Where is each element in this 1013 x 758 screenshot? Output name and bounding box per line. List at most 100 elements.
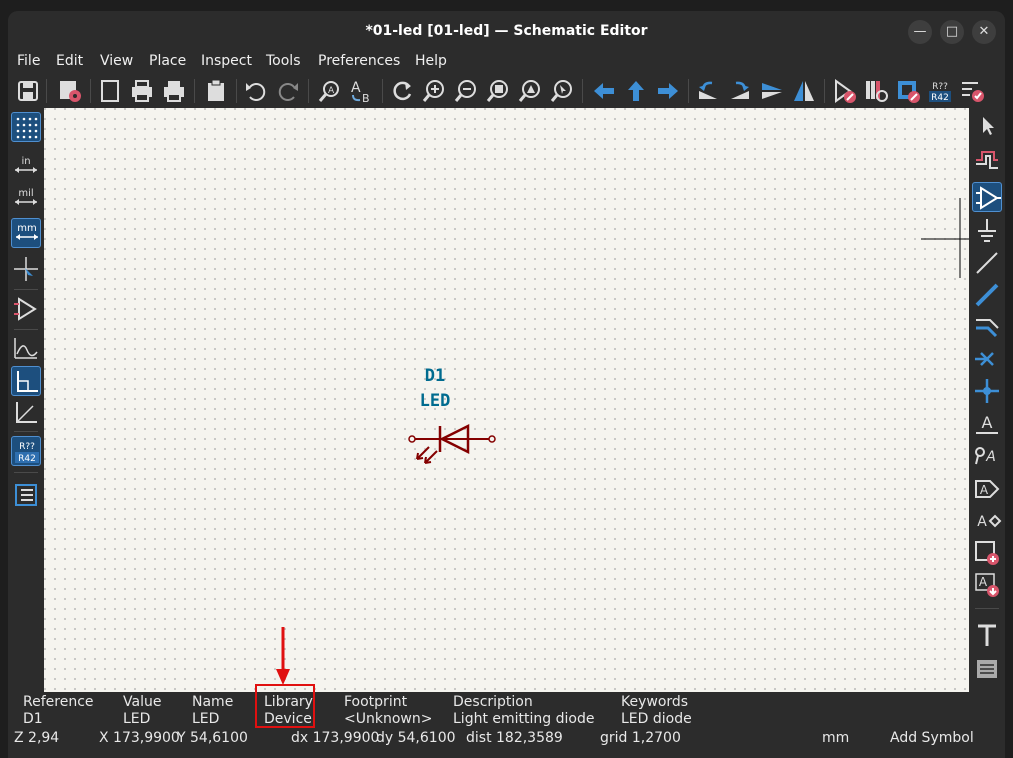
highlight-net-icon[interactable] [972,144,1002,174]
sheet-pin-icon[interactable]: A [972,570,1002,600]
refresh-icon[interactable] [388,77,416,105]
add-power-icon[interactable] [972,216,1002,246]
add-symbol-icon[interactable] [972,182,1002,212]
properties-panel-icon[interactable] [11,480,41,510]
window-title: *01-led [01-led] — Schematic Editor [365,23,648,39]
redo-icon[interactable] [274,77,302,105]
find-icon[interactable]: A [316,77,344,105]
units-mm-icon[interactable]: mm [11,218,41,248]
page-settings-icon[interactable] [96,77,124,105]
grid-icon[interactable] [11,112,41,142]
svg-text:A: A [351,80,361,96]
info-keywords: Keywords LED diode [621,694,692,728]
add-line-icon[interactable] [972,248,1002,278]
save-icon[interactable] [14,77,42,105]
info-value: LED diode [621,711,692,727]
zoom-objects-icon[interactable] [516,77,544,105]
import-sheet-pin-icon[interactable] [972,538,1002,568]
status-mode: Add Symbol [890,730,974,746]
app-window: *01-led [01-led] — Schematic Editor — □ … [8,11,1005,758]
right-toolbar: A A A A A [969,108,1005,692]
annotation-arrow [276,627,290,685]
global-label-icon[interactable]: A [972,440,1002,470]
menu-edit[interactable]: Edit [56,53,83,69]
message-panel: Reference D1 Value LED Name LED Library Devi… [8,692,1005,730]
info-value: D1 [23,711,43,727]
info-description: Description Light emitting diode [453,694,594,728]
rotate-ccw-icon[interactable] [694,77,722,105]
menu-help[interactable]: Help [415,53,447,69]
zoom-out-icon[interactable] [452,77,480,105]
symbol-reference-text[interactable]: D1 [425,366,445,386]
annotate-icon[interactable]: R?? R42 [926,77,954,105]
info-value: LED [192,711,220,727]
select-icon[interactable] [972,110,1002,140]
annotate-badge-top: R?? [932,82,948,92]
maximize-icon[interactable]: □ [940,20,964,44]
info-header: Description [453,694,533,710]
annotation-highlight-box [255,684,315,728]
led-symbol[interactable] [404,423,496,464]
status-grid: grid 1,2700 [600,730,681,746]
svg-text:A: A [328,86,335,96]
zoom-selection-icon[interactable] [548,77,576,105]
menu-tools[interactable]: Tools [266,53,301,69]
symbol-library-browser-icon[interactable] [862,77,890,105]
navigate-back-icon[interactable] [590,77,618,105]
zoom-in-icon[interactable] [420,77,448,105]
info-header: Name [192,694,234,710]
net-label-icon[interactable]: A [972,408,1002,438]
mirror-vertical-icon[interactable] [758,77,786,105]
navigate-forward-icon[interactable] [654,77,682,105]
cursor-crosshair-icon[interactable] [11,254,41,284]
annotate-indicator-icon[interactable]: R?? R42 [11,436,41,466]
find-replace-icon[interactable]: AB [348,77,376,105]
info-reference: Reference D1 [23,694,94,728]
paste-icon[interactable] [202,77,230,105]
text-box-icon[interactable] [972,654,1002,684]
no-connect-icon[interactable] [972,344,1002,374]
status-dy: dy 54,6100 [376,730,456,746]
erc-icon[interactable] [958,77,986,105]
line-mode-90-icon[interactable] [11,398,41,428]
info-footprint: Footprint <Unknown> [344,694,432,728]
info-value: <Unknown> [344,711,433,727]
symbol-editor-icon[interactable] [830,77,858,105]
status-dx: dx 173,9900 [291,730,380,746]
left-toolbar: in mil mm R?? R42 [8,108,44,692]
info-value: LED [123,711,151,727]
info-header: Footprint [344,694,408,710]
add-wire-icon[interactable] [972,280,1002,310]
units-inch-icon[interactable]: in [11,152,41,182]
undo-icon[interactable] [242,77,270,105]
menu-file[interactable]: File [17,53,40,69]
plot-icon[interactable] [160,77,188,105]
mirror-horizontal-icon[interactable] [790,77,818,105]
menu-bar: File Edit View Place Inspect Tools Prefe… [8,51,1005,75]
schematic-canvas[interactable]: D1 LED [44,108,969,692]
menu-preferences[interactable]: Preferences [318,53,400,69]
menu-view[interactable]: View [100,53,133,69]
close-icon[interactable]: ✕ [972,20,996,44]
rotate-cw-icon[interactable] [726,77,754,105]
add-bus-entry-icon[interactable] [972,312,1002,342]
menu-inspect[interactable]: Inspect [201,53,252,69]
navigate-up-icon[interactable] [622,77,650,105]
hierarchical-label-icon[interactable]: A [972,474,1002,504]
text-icon[interactable] [972,620,1002,650]
menu-place[interactable]: Place [149,53,186,69]
schematic-setup-icon[interactable] [56,77,84,105]
svg-text:A: A [985,449,996,465]
print-icon[interactable] [128,77,156,105]
units-mil-label: mil [18,188,33,199]
junction-icon[interactable] [972,376,1002,406]
minimize-icon[interactable]: — [908,20,932,44]
hidden-pins-icon[interactable] [11,294,41,324]
line-mode-free-icon[interactable] [11,366,41,396]
units-mil-icon[interactable]: mil [11,184,41,214]
wire-posture-icon[interactable] [11,334,41,364]
hierarchical-sheet-icon[interactable]: A [972,506,1002,536]
symbol-value-text[interactable]: LED [420,391,451,411]
footprint-editor-icon[interactable] [894,77,922,105]
zoom-fit-icon[interactable] [484,77,512,105]
